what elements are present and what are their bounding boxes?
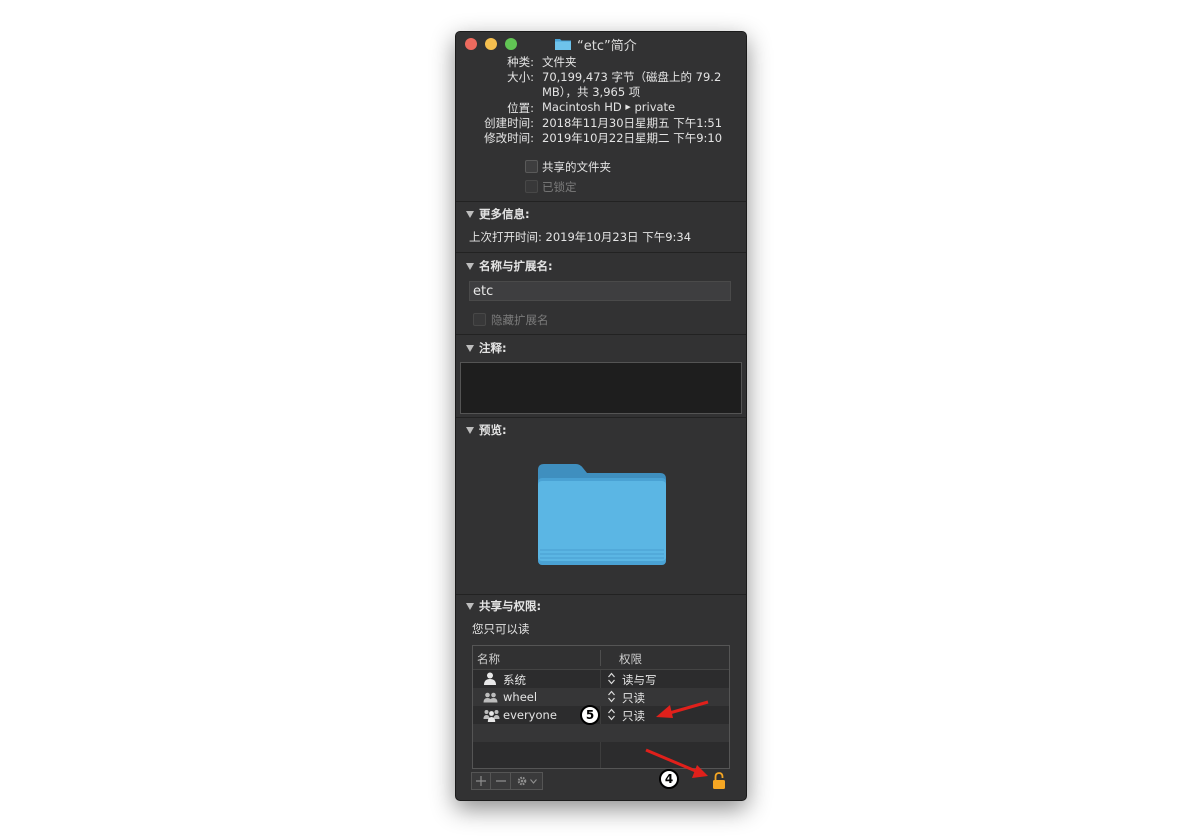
more-info-header[interactable]: 更多信息: bbox=[466, 206, 530, 222]
zoom-button[interactable] bbox=[505, 38, 517, 50]
arrow-icon bbox=[656, 700, 709, 718]
title-bar[interactable]: “etc”简介 bbox=[456, 32, 746, 56]
disclosure-triangle-icon[interactable] bbox=[466, 602, 474, 610]
column-header-privilege[interactable]: 权限 bbox=[619, 651, 642, 667]
sharing-header[interactable]: 共享与权限: bbox=[466, 598, 541, 614]
created-label: 创建时间: bbox=[484, 116, 534, 130]
locked-label: 已锁定 bbox=[542, 180, 577, 194]
column-divider bbox=[600, 650, 601, 666]
arrow-icon bbox=[645, 748, 708, 778]
minus-icon bbox=[495, 780, 506, 782]
path-separator-icon: ▶ bbox=[625, 103, 631, 111]
annotation-arrows bbox=[645, 700, 709, 778]
where-folder: private bbox=[634, 100, 676, 114]
size-label: 大小: bbox=[507, 70, 534, 84]
row-name: 系统 bbox=[503, 673, 526, 687]
everyone-icon bbox=[483, 710, 500, 722]
comments-title: 注释: bbox=[479, 341, 507, 355]
row-name: wheel bbox=[503, 690, 538, 704]
kind-value: 文件夹 bbox=[542, 55, 577, 69]
single-user-icon bbox=[484, 672, 496, 685]
sharing-title: 共享与权限: bbox=[479, 599, 542, 613]
last-opened-text: 上次打开时间: 2019年10月23日 下午9:34 bbox=[469, 230, 692, 244]
permission-status: 您只可以读 bbox=[472, 622, 530, 636]
info-window: “etc”简介 种类: 文件夹 大小: 70,199,473 字节（磁盘上的 7… bbox=[455, 31, 747, 801]
where-value: Macintosh HD ▶ private bbox=[542, 100, 675, 114]
folder-icon bbox=[555, 39, 571, 50]
disclosure-triangle-icon[interactable] bbox=[466, 210, 474, 218]
permissions-button-bar bbox=[471, 772, 543, 790]
column-header-name[interactable]: 名称 bbox=[477, 651, 500, 667]
preview-title: 预览: bbox=[479, 423, 507, 437]
shared-folder-checkbox[interactable] bbox=[525, 160, 538, 173]
row-privilege[interactable]: 读与写 bbox=[622, 672, 657, 688]
size-value-line2: MB），共 3,965 项 bbox=[542, 85, 641, 99]
add-user-button[interactable] bbox=[471, 772, 491, 790]
stepper-icon[interactable] bbox=[607, 708, 616, 721]
stepper-icon[interactable] bbox=[607, 672, 616, 685]
window-title: “etc”简介 bbox=[554, 35, 637, 54]
disclosure-triangle-icon[interactable] bbox=[466, 262, 474, 270]
size-value-line1: 70,199,473 字节（磁盘上的 79.2 bbox=[542, 70, 722, 84]
group-icon bbox=[483, 692, 498, 703]
name-ext-header[interactable]: 名称与扩展名: bbox=[466, 258, 553, 274]
remove-user-button[interactable] bbox=[491, 772, 511, 790]
locked-checkbox[interactable] bbox=[525, 180, 538, 193]
minimize-button[interactable] bbox=[485, 38, 497, 50]
modified-value: 2019年10月22日星期二 下午9:10 bbox=[542, 131, 723, 145]
created-value: 2018年11月30日星期五 下午1:51 bbox=[542, 116, 723, 130]
preview-header[interactable]: 预览: bbox=[466, 422, 507, 438]
divider bbox=[456, 252, 746, 253]
shared-folder-label: 共享的文件夹 bbox=[542, 160, 611, 174]
close-button[interactable] bbox=[465, 38, 477, 50]
divider bbox=[456, 334, 746, 335]
divider bbox=[456, 594, 746, 595]
folder-preview-icon bbox=[538, 464, 666, 565]
divider bbox=[456, 417, 746, 418]
hide-extension-label: 隐藏扩展名 bbox=[491, 313, 549, 327]
gear-icon bbox=[517, 776, 527, 786]
disclosure-triangle-icon[interactable] bbox=[466, 344, 474, 352]
where-label: 位置: bbox=[507, 101, 534, 115]
row-name: everyone bbox=[503, 708, 557, 722]
where-disk: Macintosh HD bbox=[542, 100, 622, 114]
chevron-down-icon bbox=[530, 778, 537, 784]
plus-icon bbox=[476, 776, 486, 786]
window-title-text: “etc”简介 bbox=[577, 38, 637, 54]
name-field[interactable]: etc bbox=[469, 281, 731, 301]
disclosure-triangle-icon[interactable] bbox=[466, 426, 474, 434]
action-menu-button[interactable] bbox=[511, 772, 543, 790]
comments-textarea[interactable] bbox=[460, 362, 742, 414]
hide-extension-checkbox[interactable] bbox=[473, 313, 486, 326]
more-info-title: 更多信息: bbox=[479, 207, 530, 221]
modified-label: 修改时间: bbox=[484, 131, 534, 145]
table-header: 名称 权限 bbox=[473, 646, 729, 670]
annotation-badge-5: 5 bbox=[580, 705, 600, 725]
divider bbox=[456, 201, 746, 202]
kind-label: 种类: bbox=[507, 55, 534, 69]
comments-header[interactable]: 注释: bbox=[466, 340, 507, 356]
stepper-icon[interactable] bbox=[607, 690, 616, 703]
table-row[interactable]: 系统 读与写 bbox=[473, 670, 729, 688]
name-ext-title: 名称与扩展名: bbox=[479, 259, 553, 273]
